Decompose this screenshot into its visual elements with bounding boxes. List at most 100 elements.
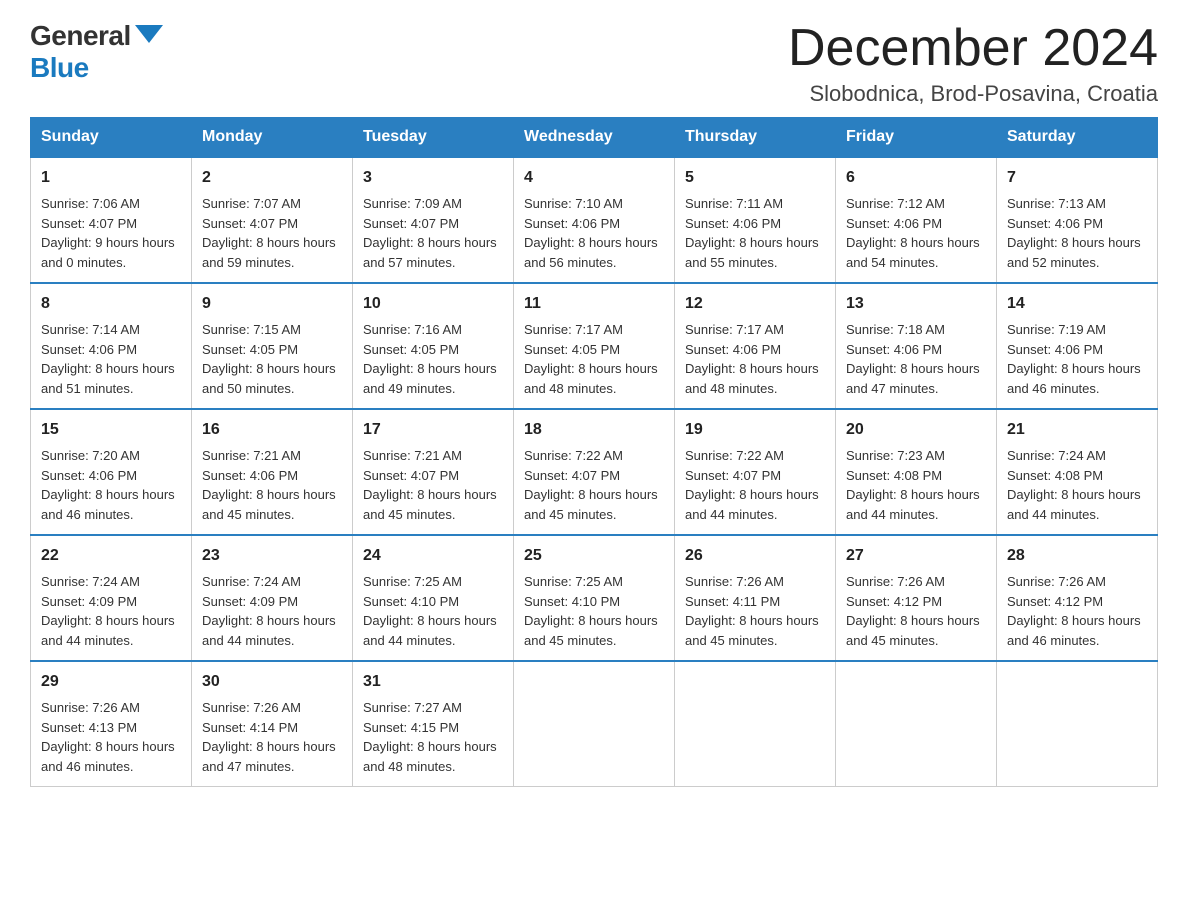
sunset-info: Sunset: 4:06 PM bbox=[202, 466, 342, 486]
calendar-week-row: 8Sunrise: 7:14 AMSunset: 4:06 PMDaylight… bbox=[31, 283, 1158, 409]
calendar-cell: 8Sunrise: 7:14 AMSunset: 4:06 PMDaylight… bbox=[31, 283, 192, 409]
calendar-cell: 14Sunrise: 7:19 AMSunset: 4:06 PMDayligh… bbox=[997, 283, 1158, 409]
sunset-info: Sunset: 4:12 PM bbox=[846, 592, 986, 612]
sunrise-info: Sunrise: 7:22 AM bbox=[685, 446, 825, 466]
sunset-info: Sunset: 4:05 PM bbox=[202, 340, 342, 360]
daylight-info-line2: and 57 minutes. bbox=[363, 253, 503, 273]
daylight-info-line1: Daylight: 8 hours hours bbox=[685, 611, 825, 631]
day-number: 4 bbox=[524, 166, 664, 190]
daylight-info-line2: and 44 minutes. bbox=[685, 505, 825, 525]
calendar-cell: 11Sunrise: 7:17 AMSunset: 4:05 PMDayligh… bbox=[514, 283, 675, 409]
location-title: Slobodnica, Brod-Posavina, Croatia bbox=[788, 81, 1158, 107]
calendar-week-row: 15Sunrise: 7:20 AMSunset: 4:06 PMDayligh… bbox=[31, 409, 1158, 535]
calendar-cell: 1Sunrise: 7:06 AMSunset: 4:07 PMDaylight… bbox=[31, 157, 192, 283]
daylight-info-line2: and 59 minutes. bbox=[202, 253, 342, 273]
day-number: 14 bbox=[1007, 292, 1147, 316]
day-number: 17 bbox=[363, 418, 503, 442]
header-saturday: Saturday bbox=[997, 118, 1158, 158]
header-thursday: Thursday bbox=[675, 118, 836, 158]
sunrise-info: Sunrise: 7:25 AM bbox=[363, 572, 503, 592]
day-number: 23 bbox=[202, 544, 342, 568]
calendar-cell bbox=[836, 661, 997, 787]
sunset-info: Sunset: 4:05 PM bbox=[524, 340, 664, 360]
day-number: 10 bbox=[363, 292, 503, 316]
day-number: 1 bbox=[41, 166, 181, 190]
day-number: 9 bbox=[202, 292, 342, 316]
sunset-info: Sunset: 4:11 PM bbox=[685, 592, 825, 612]
calendar-week-row: 1 Sunrise: 7:06 AM Sunset: 4:07 PM Daylight… bbox=[31, 157, 1158, 283]
header-friday: Friday bbox=[836, 118, 997, 158]
daylight-info-line2: and 47 minutes. bbox=[202, 757, 342, 777]
calendar-cell: 31 Sunrise: 7:27 AMSunset: 4:15 PMDayligh… bbox=[353, 661, 514, 787]
daylight-info-line2: and 44 minutes. bbox=[363, 631, 503, 651]
daylight-info-line2: and 49 minutes. bbox=[363, 379, 503, 399]
header-wednesday: Wednesday bbox=[514, 118, 675, 158]
day-number: 8 bbox=[41, 292, 181, 316]
daylight-info-line1: Daylight: 8 hours hours bbox=[1007, 233, 1147, 253]
sunrise-info: Sunrise: 7:27 AM bbox=[363, 698, 503, 718]
calendar-cell bbox=[675, 661, 836, 787]
daylight-info-line1: Daylight: 8 hours hours bbox=[524, 359, 664, 379]
daylight-info-line1: Daylight: 8 hours hours bbox=[524, 485, 664, 505]
calendar-cell: 13Sunrise: 7:18 AMSunset: 4:06 PMDayligh… bbox=[836, 283, 997, 409]
calendar-cell: 15Sunrise: 7:20 AMSunset: 4:06 PMDayligh… bbox=[31, 409, 192, 535]
calendar-cell: 22Sunrise: 7:24 AMSunset: 4:09 PMDayligh… bbox=[31, 535, 192, 661]
sunset-info: Sunset: 4:06 PM bbox=[685, 340, 825, 360]
day-number: 3 bbox=[363, 166, 503, 190]
sunrise-info: Sunrise: 7:15 AM bbox=[202, 320, 342, 340]
daylight-info-line2: and 48 minutes. bbox=[363, 757, 503, 777]
daylight-info-line2: and 48 minutes. bbox=[524, 379, 664, 399]
sunrise-info: Sunrise: 7:07 AM bbox=[202, 194, 342, 214]
day-number: 13 bbox=[846, 292, 986, 316]
sunrise-info: Sunrise: 7:26 AM bbox=[846, 572, 986, 592]
daylight-info-line2: and 48 minutes. bbox=[685, 379, 825, 399]
day-number: 26 bbox=[685, 544, 825, 568]
day-number: 19 bbox=[685, 418, 825, 442]
calendar-cell: 3Sunrise: 7:09 AMSunset: 4:07 PMDaylight… bbox=[353, 157, 514, 283]
daylight-info-line2: and 46 minutes. bbox=[1007, 379, 1147, 399]
sunset-info: Sunset: 4:15 PM bbox=[363, 718, 503, 738]
sunset-info: Sunset: 4:07 PM bbox=[524, 466, 664, 486]
daylight-info-line2: and 44 minutes. bbox=[41, 631, 181, 651]
sunrise-info: Sunrise: 7:26 AM bbox=[41, 698, 181, 718]
calendar-cell: 26Sunrise: 7:26 AMSunset: 4:11 PMDayligh… bbox=[675, 535, 836, 661]
sunset-info: Sunset: 4:06 PM bbox=[846, 340, 986, 360]
calendar-cell: 25Sunrise: 7:25 AMSunset: 4:10 PMDayligh… bbox=[514, 535, 675, 661]
sunset-info: Sunset: 4:06 PM bbox=[41, 466, 181, 486]
daylight-info-line1: Daylight: 8 hours hours bbox=[363, 359, 503, 379]
sunset-info: Sunset: 4:06 PM bbox=[1007, 340, 1147, 360]
day-number: 28 bbox=[1007, 544, 1147, 568]
day-number: 27 bbox=[846, 544, 986, 568]
sunset-info: Sunset: 4:08 PM bbox=[1007, 466, 1147, 486]
sunset-info: Sunset: 4:06 PM bbox=[524, 214, 664, 234]
daylight-info-line1: Daylight: 8 hours hours bbox=[202, 611, 342, 631]
sunrise-info: Sunrise: 7:21 AM bbox=[202, 446, 342, 466]
calendar-cell: 5Sunrise: 7:11 AMSunset: 4:06 PMDaylight… bbox=[675, 157, 836, 283]
daylight-info-line2: and 45 minutes. bbox=[685, 631, 825, 651]
calendar-table: SundayMondayTuesdayWednesdayThursdayFrid… bbox=[30, 117, 1158, 787]
calendar-cell: 23Sunrise: 7:24 AMSunset: 4:09 PMDayligh… bbox=[192, 535, 353, 661]
day-number: 18 bbox=[524, 418, 664, 442]
calendar-cell: 4Sunrise: 7:10 AMSunset: 4:06 PMDaylight… bbox=[514, 157, 675, 283]
daylight-info-line1: Daylight: 9 hours hours bbox=[41, 233, 181, 253]
sunrise-info: Sunrise: 7:11 AM bbox=[685, 194, 825, 214]
day-number: 31 bbox=[363, 670, 503, 694]
daylight-info-line1: Daylight: 8 hours hours bbox=[846, 233, 986, 253]
logo-blue: Blue bbox=[30, 52, 89, 84]
daylight-info-line2: and 56 minutes. bbox=[524, 253, 664, 273]
sunrise-info: Sunrise: 7:06 AM bbox=[41, 194, 181, 214]
sunset-info: Sunset: 4:07 PM bbox=[202, 214, 342, 234]
day-number: 7 bbox=[1007, 166, 1147, 190]
daylight-info-line1: Daylight: 8 hours hours bbox=[685, 485, 825, 505]
title-section: December 2024 Slobodnica, Brod-Posavina,… bbox=[788, 20, 1158, 107]
sunrise-info: Sunrise: 7:18 AM bbox=[846, 320, 986, 340]
daylight-info-line1: Daylight: 8 hours hours bbox=[1007, 611, 1147, 631]
sunrise-info: Sunrise: 7:13 AM bbox=[1007, 194, 1147, 214]
daylight-info-line1: Daylight: 8 hours hours bbox=[685, 359, 825, 379]
month-title: December 2024 bbox=[788, 20, 1158, 77]
sunset-info: Sunset: 4:12 PM bbox=[1007, 592, 1147, 612]
sunrise-info: Sunrise: 7:19 AM bbox=[1007, 320, 1147, 340]
day-number: 29 bbox=[41, 670, 181, 694]
daylight-info-line1: Daylight: 8 hours hours bbox=[363, 737, 503, 757]
sunset-info: Sunset: 4:06 PM bbox=[685, 214, 825, 234]
